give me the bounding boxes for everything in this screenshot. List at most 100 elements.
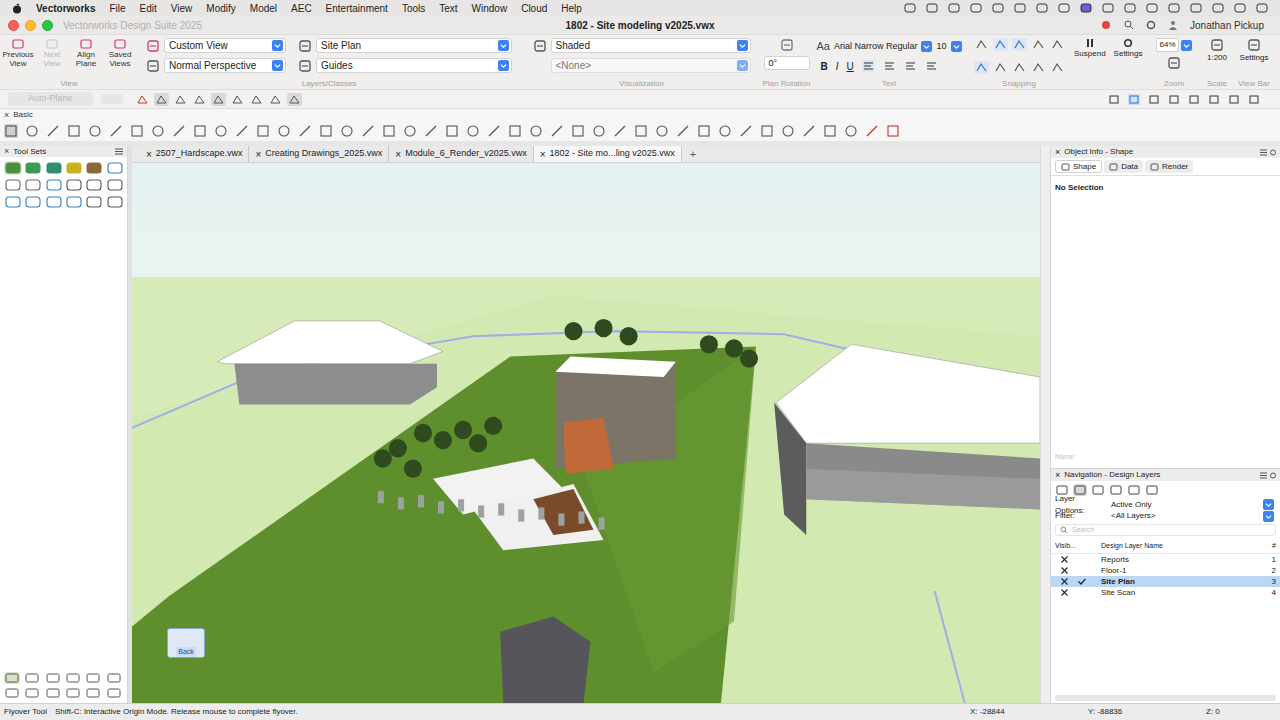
dropdown[interactable]: <None>	[551, 58, 751, 73]
view-option-icon[interactable]	[1128, 94, 1140, 105]
text-style-button[interactable]: I	[836, 59, 839, 74]
tool-icon[interactable]	[634, 124, 648, 138]
zoom-button[interactable]	[42, 20, 53, 31]
tool-set-icon[interactable]	[85, 195, 103, 209]
palette-icon[interactable]	[85, 687, 101, 699]
snap-icon[interactable]	[1031, 38, 1046, 51]
palette-icon[interactable]	[106, 687, 122, 699]
tool-icon[interactable]	[256, 124, 270, 138]
view-option-icon[interactable]	[1208, 94, 1220, 105]
layer-options-dropdown[interactable]: Active Only	[1111, 499, 1276, 511]
new-tab-button[interactable]: +	[682, 146, 704, 163]
close-button[interactable]	[8, 20, 19, 31]
status-icon[interactable]	[1058, 3, 1070, 13]
tool-set-icon[interactable]	[45, 195, 63, 209]
visibility-icon[interactable]	[1061, 556, 1068, 563]
document-tab[interactable]: ×2507_Hardscape.vwx	[140, 146, 249, 162]
tool-icon[interactable]	[298, 124, 312, 138]
view-button[interactable]: Saved Views	[105, 38, 135, 79]
tool-icon[interactable]	[403, 124, 417, 138]
tool-icon[interactable]	[466, 124, 480, 138]
document-tab[interactable]: ×Creating Drawings_2025.vwx	[249, 146, 389, 162]
object-info-tab[interactable]: Data	[1104, 160, 1143, 173]
snap-icon[interactable]	[1012, 38, 1027, 51]
palette-icon[interactable]	[24, 672, 40, 684]
viewport[interactable]: Back	[132, 163, 1040, 703]
status-icon[interactable]	[1190, 3, 1202, 13]
tool-icon[interactable]	[697, 124, 711, 138]
palette-icon[interactable]	[45, 687, 61, 699]
palette-icon[interactable]	[45, 672, 61, 684]
scale-icon[interactable]	[1210, 38, 1224, 52]
tool-icon[interactable]	[109, 124, 123, 138]
visibility-icon[interactable]	[1061, 567, 1068, 574]
snap-icon[interactable]	[993, 38, 1008, 51]
tab-close-icon[interactable]: ×	[540, 147, 546, 162]
view-cube[interactable]: Back	[164, 621, 208, 665]
tool-icon[interactable]	[277, 124, 291, 138]
snap-icon[interactable]	[1050, 38, 1065, 51]
user-icon[interactable]	[1168, 20, 1178, 30]
object-info-tab[interactable]: Shape	[1055, 160, 1102, 173]
font-size[interactable]: 10	[936, 40, 946, 54]
menu-item[interactable]: AEC	[291, 1, 312, 16]
tool-icon[interactable]	[550, 124, 564, 138]
cloud-icon[interactable]	[1100, 20, 1112, 30]
mode-icon[interactable]	[230, 93, 245, 106]
menu-item[interactable]: File	[109, 1, 125, 16]
tool-set-icon[interactable]	[24, 195, 42, 209]
navigation-tab-icon[interactable]	[1073, 484, 1087, 496]
tool-set-icon[interactable]	[4, 178, 22, 192]
plan-rotation-icon[interactable]	[780, 38, 794, 52]
mode-icon[interactable]	[249, 93, 264, 106]
menu-item[interactable]: Help	[561, 1, 582, 16]
tool-icon[interactable]	[214, 124, 228, 138]
dropdown[interactable]: Custom View	[164, 38, 286, 53]
mode-icon[interactable]	[211, 93, 226, 106]
dropdown[interactable]: Guides	[316, 58, 512, 73]
menu-item[interactable]: Window	[472, 1, 508, 16]
menu-item[interactable]: Edit	[140, 1, 157, 16]
status-icon[interactable]	[948, 3, 960, 13]
tool-icon[interactable]	[382, 124, 396, 138]
document-tab[interactable]: ×1802 - Site mo...ling v2025.vwx	[534, 146, 682, 162]
tool-icon[interactable]	[655, 124, 669, 138]
menu-item[interactable]: Tools	[402, 1, 425, 16]
scale-value[interactable]: 1:200	[1207, 52, 1227, 64]
view-bar-settings-button[interactable]: Settings	[1240, 52, 1269, 64]
view-option-icon[interactable]	[1168, 94, 1180, 105]
tool-icon[interactable]	[844, 124, 858, 138]
menu-item[interactable]: Modify	[206, 1, 235, 16]
status-icon[interactable]	[926, 3, 938, 13]
palette-icon[interactable]	[65, 687, 81, 699]
tool-icon[interactable]	[781, 124, 795, 138]
tool-icon[interactable]	[361, 124, 375, 138]
projection-icon[interactable]	[146, 59, 160, 73]
layer-row[interactable]: Site Plan3	[1051, 576, 1280, 587]
tab-close-icon[interactable]: ×	[395, 147, 401, 162]
snap-icon[interactable]	[974, 61, 989, 74]
view-button[interactable]: Previous View	[3, 38, 33, 79]
status-icon[interactable]	[1124, 3, 1136, 13]
layer-row[interactable]: Floor-12	[1051, 565, 1280, 576]
status-icon[interactable]	[1212, 3, 1224, 13]
menu-icon[interactable]	[115, 148, 123, 155]
minimize-button[interactable]	[25, 20, 36, 31]
palette-close-icon[interactable]: ×	[1055, 148, 1060, 157]
tool-set-icon[interactable]	[4, 195, 22, 209]
navigation-tab-icon[interactable]	[1127, 484, 1141, 496]
visibility-icon[interactable]	[1061, 578, 1068, 585]
palette-icon[interactable]	[85, 672, 101, 684]
tool-icon[interactable]	[424, 124, 438, 138]
tab-close-icon[interactable]: ×	[255, 147, 261, 162]
mode-icon[interactable]	[135, 93, 150, 106]
snap-icon[interactable]	[1050, 61, 1065, 74]
tool-icon[interactable]	[235, 124, 249, 138]
mode-icon[interactable]	[154, 93, 169, 106]
view-button[interactable]: Align Plane	[71, 38, 101, 79]
tool-icon[interactable]	[151, 124, 165, 138]
menu-item[interactable]: Text	[439, 1, 457, 16]
palette-close-icon[interactable]: ×	[4, 147, 9, 156]
auto-plane-button[interactable]: Auto-Plane	[8, 92, 93, 106]
search-field[interactable]: Search	[1055, 524, 1276, 536]
